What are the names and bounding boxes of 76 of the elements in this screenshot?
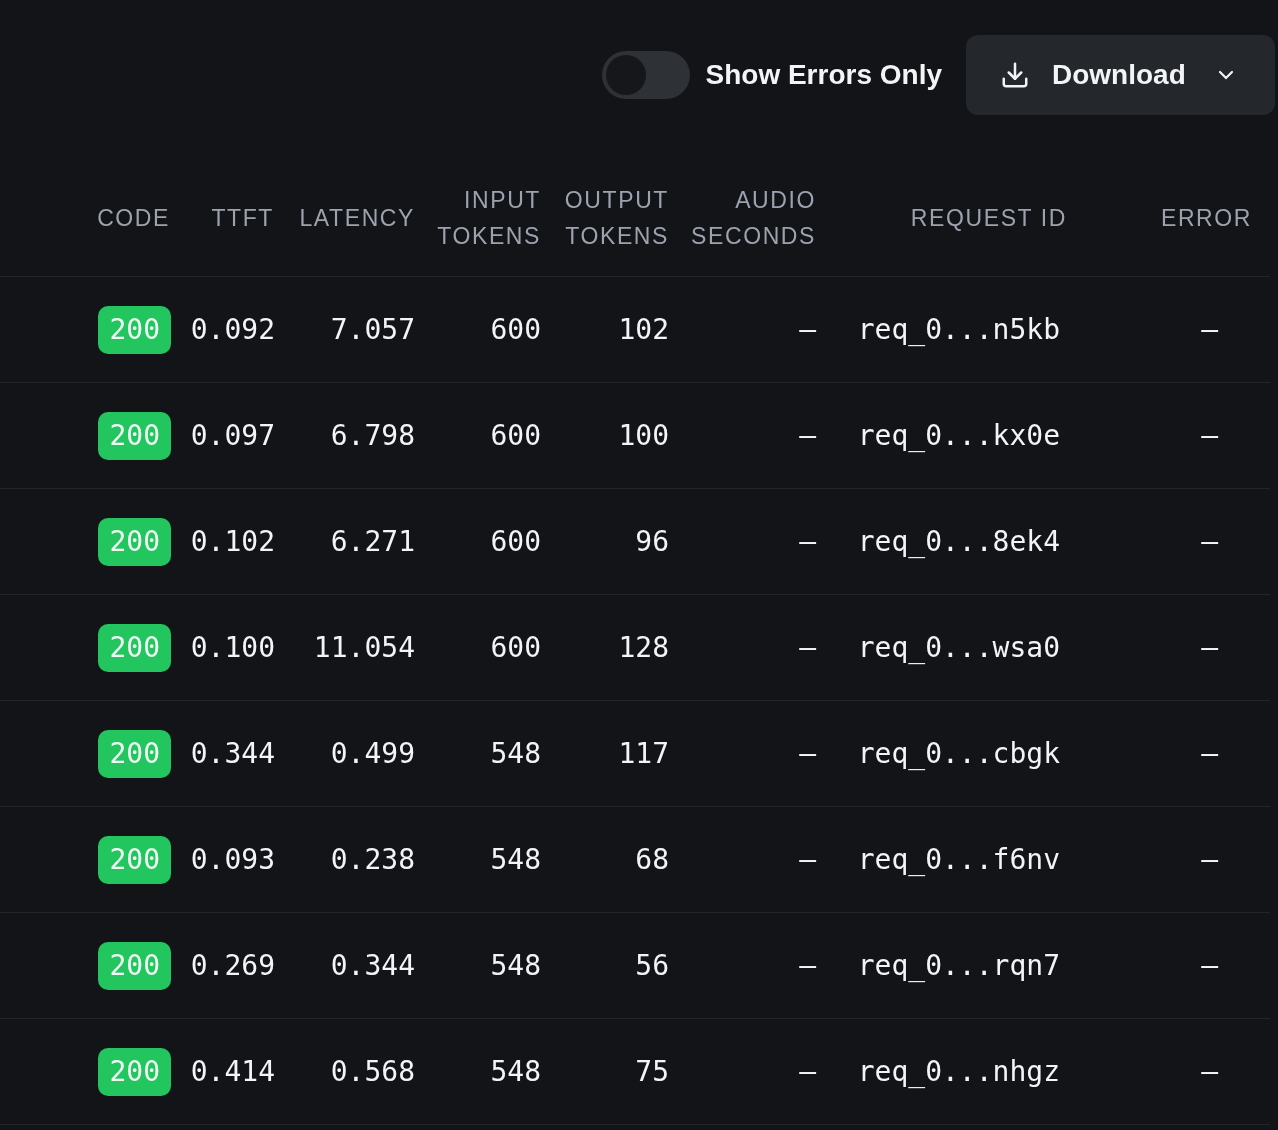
- status-code-badge: 200: [98, 835, 171, 884]
- table-cell: –: [799, 737, 816, 770]
- table-cell: 11.054: [313, 631, 415, 664]
- column-header: TTFT: [211, 204, 274, 234]
- table-cell: 0.102: [190, 525, 275, 558]
- table-cell: –: [799, 1055, 816, 1088]
- column-header: CODE: [97, 204, 170, 234]
- status-code-badge: 200: [98, 411, 171, 460]
- table-cell: 0.344: [190, 737, 275, 770]
- table-cell: –: [1201, 419, 1218, 452]
- column-header: REQUEST ID: [910, 204, 1067, 234]
- table-cell: 0.093: [190, 843, 275, 876]
- table-cell: req_0...8ek4: [857, 525, 1060, 558]
- table-cell: 0.269: [190, 949, 275, 982]
- table-cell: 548: [490, 949, 541, 982]
- table-cell: 0.100: [190, 631, 275, 664]
- table-cell: –: [1201, 1055, 1218, 1088]
- column-header: OUTPUT TOKENS: [563, 186, 669, 251]
- table-cell: –: [799, 419, 816, 452]
- column-header: LATENCY: [299, 204, 415, 234]
- toggle-switch[interactable]: [601, 51, 690, 99]
- table-cell: req_0...wsa0: [857, 631, 1060, 664]
- status-code-badge: 200: [98, 517, 171, 566]
- table-cell: –: [1201, 949, 1218, 982]
- table-cell: 100: [618, 419, 669, 452]
- table-cell: 600: [490, 313, 541, 346]
- table-cell: 6.798: [330, 419, 415, 452]
- status-code-badge: 200: [98, 1047, 171, 1096]
- table-cell: 6.271: [330, 525, 415, 558]
- toggle-label: Show Errors Only: [705, 59, 942, 91]
- table-cell: –: [1201, 525, 1218, 558]
- table-cell: 0.097: [190, 419, 275, 452]
- table-cell: 0.414: [190, 1055, 275, 1088]
- table-cell: 68: [635, 843, 669, 876]
- table-cell: –: [799, 631, 816, 664]
- table-cell: 75: [635, 1055, 669, 1088]
- table-cell: 548: [490, 843, 541, 876]
- table-cell: req_0...cbgk: [857, 737, 1060, 770]
- column-header: INPUT TOKENS: [436, 186, 541, 251]
- table-cell: –: [1201, 631, 1218, 664]
- table-cell: 7.057: [330, 313, 415, 346]
- table-cell: –: [799, 949, 816, 982]
- table-cell: –: [1201, 737, 1218, 770]
- table-cell: 0.568: [330, 1055, 415, 1088]
- status-code-badge: 200: [98, 305, 171, 354]
- table-cell: 600: [490, 525, 541, 558]
- table-cell: req_0...n5kb: [857, 313, 1060, 346]
- status-code-badge: 200: [98, 941, 171, 990]
- table-cell: –: [1201, 843, 1218, 876]
- column-header: AUDIO SECONDS: [690, 186, 816, 251]
- download-button[interactable]: Download: [966, 35, 1275, 115]
- table-cell: 0.344: [330, 949, 415, 982]
- table-cell: 117: [618, 737, 669, 770]
- table-cell: req_0...rqn7: [857, 949, 1060, 982]
- table-cell: 0.499: [330, 737, 415, 770]
- table-cell: req_0...nhgz: [857, 1055, 1060, 1088]
- table-cell: req_0...f6nv: [857, 843, 1060, 876]
- table-cell: 96: [635, 525, 669, 558]
- table-cell: –: [799, 525, 816, 558]
- table-cell: 548: [490, 1055, 541, 1088]
- table-cell: –: [799, 313, 816, 346]
- table-cell: 102: [618, 313, 669, 346]
- table-cell: 548: [490, 737, 541, 770]
- download-icon: [1000, 60, 1030, 90]
- table-cell: 600: [490, 419, 541, 452]
- table-cell: 56: [635, 949, 669, 982]
- table-cell: req_0...kx0e: [857, 419, 1060, 452]
- status-code-badge: 200: [98, 729, 171, 778]
- status-code-badge: 200: [98, 623, 171, 672]
- table-cell: 128: [618, 631, 669, 664]
- table-cell: –: [1201, 313, 1218, 346]
- table-cell: 600: [490, 631, 541, 664]
- table-cell: 0.238: [330, 843, 415, 876]
- table-cell: 0.092: [190, 313, 275, 346]
- table-cell: –: [799, 843, 816, 876]
- column-header: ERROR: [1160, 204, 1252, 234]
